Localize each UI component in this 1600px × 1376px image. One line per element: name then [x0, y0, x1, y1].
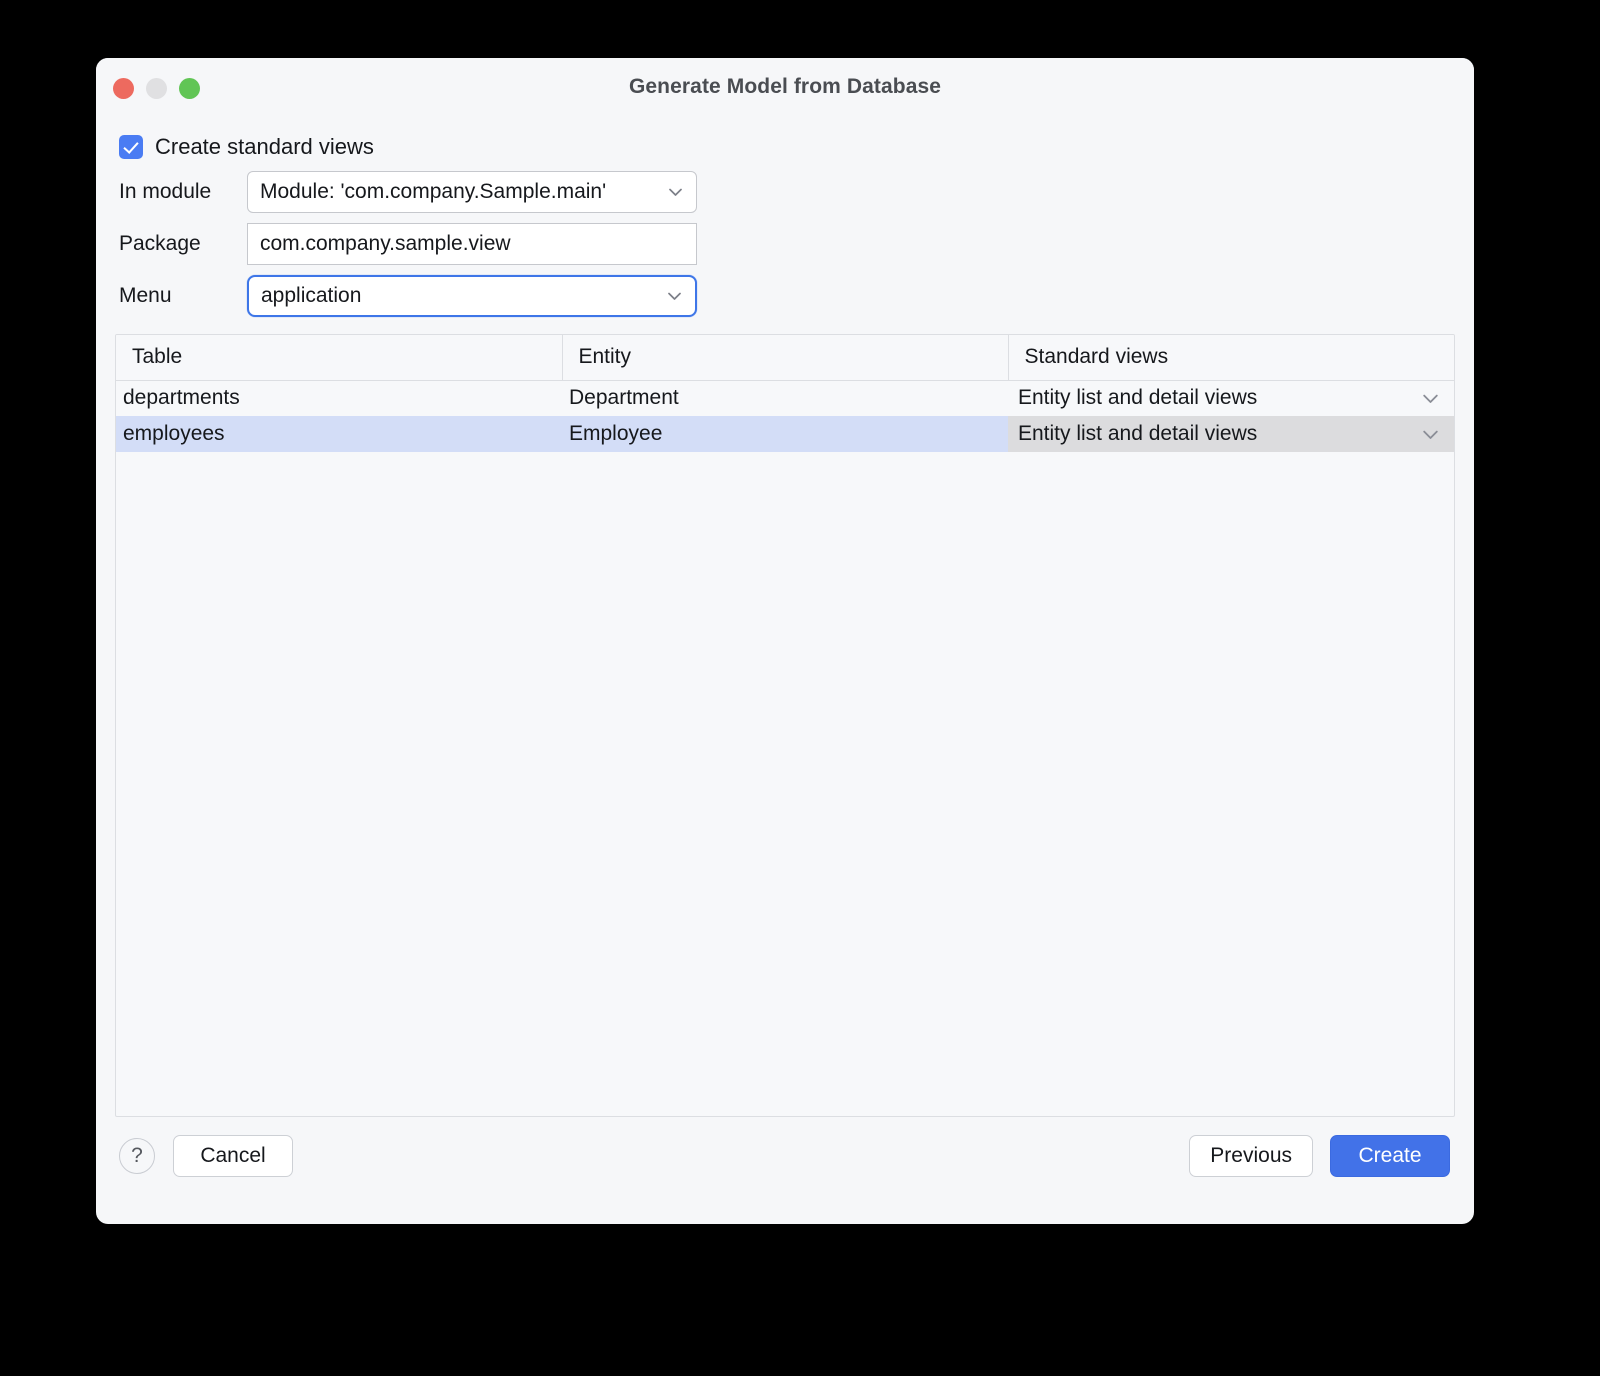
column-header-table[interactable]: Table [116, 335, 563, 381]
menu-row: Menu application [119, 270, 1456, 322]
cell-entity: Employee [562, 416, 1008, 452]
cell-standard-views[interactable]: Entity list and detail views [1008, 416, 1454, 452]
table-row[interactable]: employees Employee Entity list and detai… [116, 416, 1454, 452]
entities-table[interactable]: Table Entity Standard views departments … [115, 334, 1455, 1117]
cell-standard-views[interactable]: Entity list and detail views [1008, 380, 1454, 416]
title-bar: Generate Model from Database [96, 58, 1474, 114]
package-label: Package [119, 232, 201, 255]
menu-select[interactable]: application [247, 275, 697, 317]
create-standard-views-checkbox[interactable] [119, 135, 143, 159]
package-input[interactable]: com.company.sample.view [247, 223, 697, 265]
dialog-footer: ? Cancel Previous Create [119, 1135, 1456, 1177]
create-standard-views-label: Create standard views [155, 134, 374, 159]
menu-label: Menu [119, 284, 172, 307]
chevron-down-icon [669, 188, 682, 196]
dialog-body: Create standard views In module Module: … [96, 134, 1474, 1177]
cell-table: departments [116, 380, 562, 416]
in-module-value: Module: 'com.company.Sample.main' [260, 180, 607, 203]
column-header-standard-views[interactable]: Standard views [1008, 335, 1454, 381]
previous-button[interactable]: Previous [1189, 1135, 1313, 1177]
in-module-row: In module Module: 'com.company.Sample.ma… [119, 166, 1456, 218]
window-title: Generate Model from Database [628, 75, 942, 98]
column-header-entity[interactable]: Entity [562, 335, 1009, 381]
cell-table: employees [116, 416, 562, 452]
help-button[interactable]: ? [119, 1138, 155, 1174]
create-standard-views-row[interactable]: Create standard views [119, 134, 1456, 160]
table-header-row: Table Entity Standard views [116, 335, 1454, 381]
cell-entity: Department [562, 380, 1008, 416]
cell-standard-views-value: Entity list and detail views [1018, 422, 1258, 445]
package-row: Package com.company.sample.view [119, 218, 1456, 270]
cell-standard-views-value: Entity list and detail views [1018, 386, 1258, 410]
chevron-down-icon[interactable] [1423, 430, 1438, 439]
in-module-select[interactable]: Module: 'com.company.Sample.main' [247, 171, 697, 213]
cancel-button[interactable]: Cancel [173, 1135, 293, 1177]
chevron-down-icon [668, 292, 681, 300]
in-module-label: In module [119, 180, 212, 203]
table-row[interactable]: departments Department Entity list and d… [116, 380, 1454, 416]
create-button[interactable]: Create [1330, 1135, 1450, 1177]
package-value: com.company.sample.view [260, 232, 511, 255]
menu-value: application [261, 284, 362, 307]
chevron-down-icon[interactable] [1423, 394, 1438, 404]
dialog-window: Generate Model from Database Create stan… [96, 58, 1474, 1224]
